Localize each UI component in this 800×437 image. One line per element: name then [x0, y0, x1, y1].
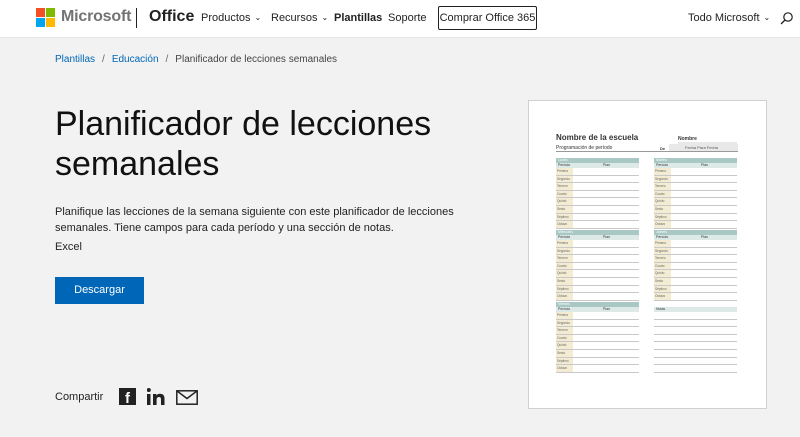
- header-divider: [136, 8, 137, 28]
- breadcrumb-plantillas[interactable]: Plantillas: [55, 54, 95, 65]
- preview-day-table: Miércoles Período Plan Primero Segundo Te…: [556, 230, 639, 301]
- office-link[interactable]: Office: [149, 8, 194, 26]
- preview-row: Segundo: [654, 247, 737, 256]
- preview-row: Tercero: [556, 327, 639, 335]
- breadcrumb-educacion[interactable]: Educación: [112, 54, 159, 65]
- preview-row: Octavo: [556, 365, 639, 373]
- preview-date-fields: Fecha Para Fecha: [669, 144, 738, 151]
- breadcrumb-current: Planificador de lecciones semanales: [175, 54, 338, 65]
- page-title: Planificador de lecciones semanales: [55, 105, 432, 183]
- nav-plantillas[interactable]: Plantillas: [334, 12, 382, 24]
- preview-day-table: Jueves Período Plan Primero Segundo Terce…: [654, 230, 737, 301]
- breadcrumb: Plantillas / Educación / Planificador de lec…: [55, 54, 337, 65]
- preview-row: Séptimo: [556, 357, 639, 366]
- preview-row: Quinto: [556, 270, 639, 278]
- preview-row: Segundo: [556, 319, 639, 328]
- preview-program-row: Programación de período De Fecha Para Fe…: [556, 144, 738, 152]
- preview-notes-table: Notas: [654, 302, 737, 373]
- preview-row: Octavo: [654, 221, 737, 229]
- chevron-down-icon: ⌄: [763, 13, 771, 22]
- search-icon[interactable]: [780, 11, 794, 25]
- nav-productos[interactable]: Productos ⌄: [201, 12, 261, 24]
- share-label: Compartir: [55, 391, 104, 403]
- preview-day-table: Martes Período Plan Primero Segundo Terce…: [654, 158, 737, 229]
- mail-icon[interactable]: [176, 390, 198, 405]
- preview-row: Tercero: [654, 255, 737, 263]
- preview-row: Sexto: [556, 277, 639, 286]
- preview-row: Sexto: [654, 205, 737, 214]
- buy-office-button[interactable]: Comprar Office 365: [438, 6, 537, 30]
- all-microsoft-label: Todo Microsoft: [688, 12, 760, 24]
- app-label: Excel: [55, 241, 82, 253]
- preview-row: Quinto: [654, 198, 737, 206]
- preview-program-label: Programación de período: [556, 145, 613, 151]
- preview-row: Cuarto: [654, 262, 737, 271]
- top-header: Microsoft Office Productos ⌄ Recursos ⌄ Pl…: [0, 0, 800, 38]
- preview-row: Cuarto: [654, 190, 737, 199]
- preview-row: Séptimo: [556, 285, 639, 294]
- template-description: Planifique las lecciones de la semana si…: [55, 206, 454, 234]
- preview-school-name: Nombre de la escuela: [556, 133, 639, 142]
- chevron-down-icon: ⌄: [321, 13, 329, 22]
- breadcrumb-separator: /: [165, 54, 169, 65]
- nav-soporte[interactable]: Soporte: [388, 12, 427, 24]
- download-button[interactable]: Descargar: [55, 277, 144, 304]
- microsoft-brand[interactable]: Microsoft: [61, 8, 131, 26]
- nav-recursos[interactable]: Recursos ⌄: [271, 12, 328, 24]
- preview-day-table: Lunes Período Plan Primero Segundo Tercer…: [556, 158, 639, 229]
- preview-row: Primero: [556, 240, 639, 248]
- template-preview[interactable]: Nombre de la escuela Nombre Programación…: [528, 100, 767, 409]
- preview-row: Tercero: [556, 183, 639, 191]
- preview-row: Quinto: [556, 342, 639, 350]
- preview-row: Sexto: [556, 205, 639, 214]
- nav-recursos-label: Recursos: [271, 12, 318, 24]
- preview-row: Sexto: [556, 349, 639, 358]
- microsoft-logo-icon[interactable]: [36, 8, 56, 28]
- preview-row: Sexto: [654, 277, 737, 286]
- preview-row: Segundo: [556, 247, 639, 256]
- preview-row: Primero: [556, 168, 639, 176]
- preview-row: Quinto: [654, 270, 737, 278]
- preview-row: Octavo: [654, 293, 737, 301]
- preview-day-table: Viernes Período Plan Primero Segundo Terc…: [556, 302, 639, 373]
- nav-productos-label: Productos: [201, 12, 251, 24]
- preview-row: Segundo: [654, 175, 737, 184]
- preview-row: Primero: [654, 240, 737, 248]
- preview-row: Cuarto: [556, 262, 639, 271]
- preview-row: Segundo: [556, 175, 639, 184]
- chevron-down-icon: ⌄: [254, 13, 262, 22]
- preview-row: Quinto: [556, 198, 639, 206]
- preview-row: Octavo: [556, 293, 639, 301]
- linkedin-icon[interactable]: [147, 388, 165, 405]
- preview-row: Séptimo: [654, 285, 737, 294]
- preview-row: Séptimo: [556, 213, 639, 222]
- preview-row: Tercero: [654, 183, 737, 191]
- preview-notes-header: Notas: [654, 307, 737, 312]
- breadcrumb-separator: /: [102, 54, 105, 65]
- preview-row: Cuarto: [556, 334, 639, 343]
- preview-row: Cuarto: [556, 190, 639, 199]
- preview-row: Primero: [654, 168, 737, 176]
- preview-de-label: De: [660, 146, 666, 151]
- preview-row: Séptimo: [654, 213, 737, 222]
- preview-row: Tercero: [556, 255, 639, 263]
- preview-row: Primero: [556, 312, 639, 320]
- facebook-icon[interactable]: f: [119, 388, 136, 407]
- preview-row: Octavo: [556, 221, 639, 229]
- all-microsoft-menu[interactable]: Todo Microsoft ⌄: [688, 12, 770, 24]
